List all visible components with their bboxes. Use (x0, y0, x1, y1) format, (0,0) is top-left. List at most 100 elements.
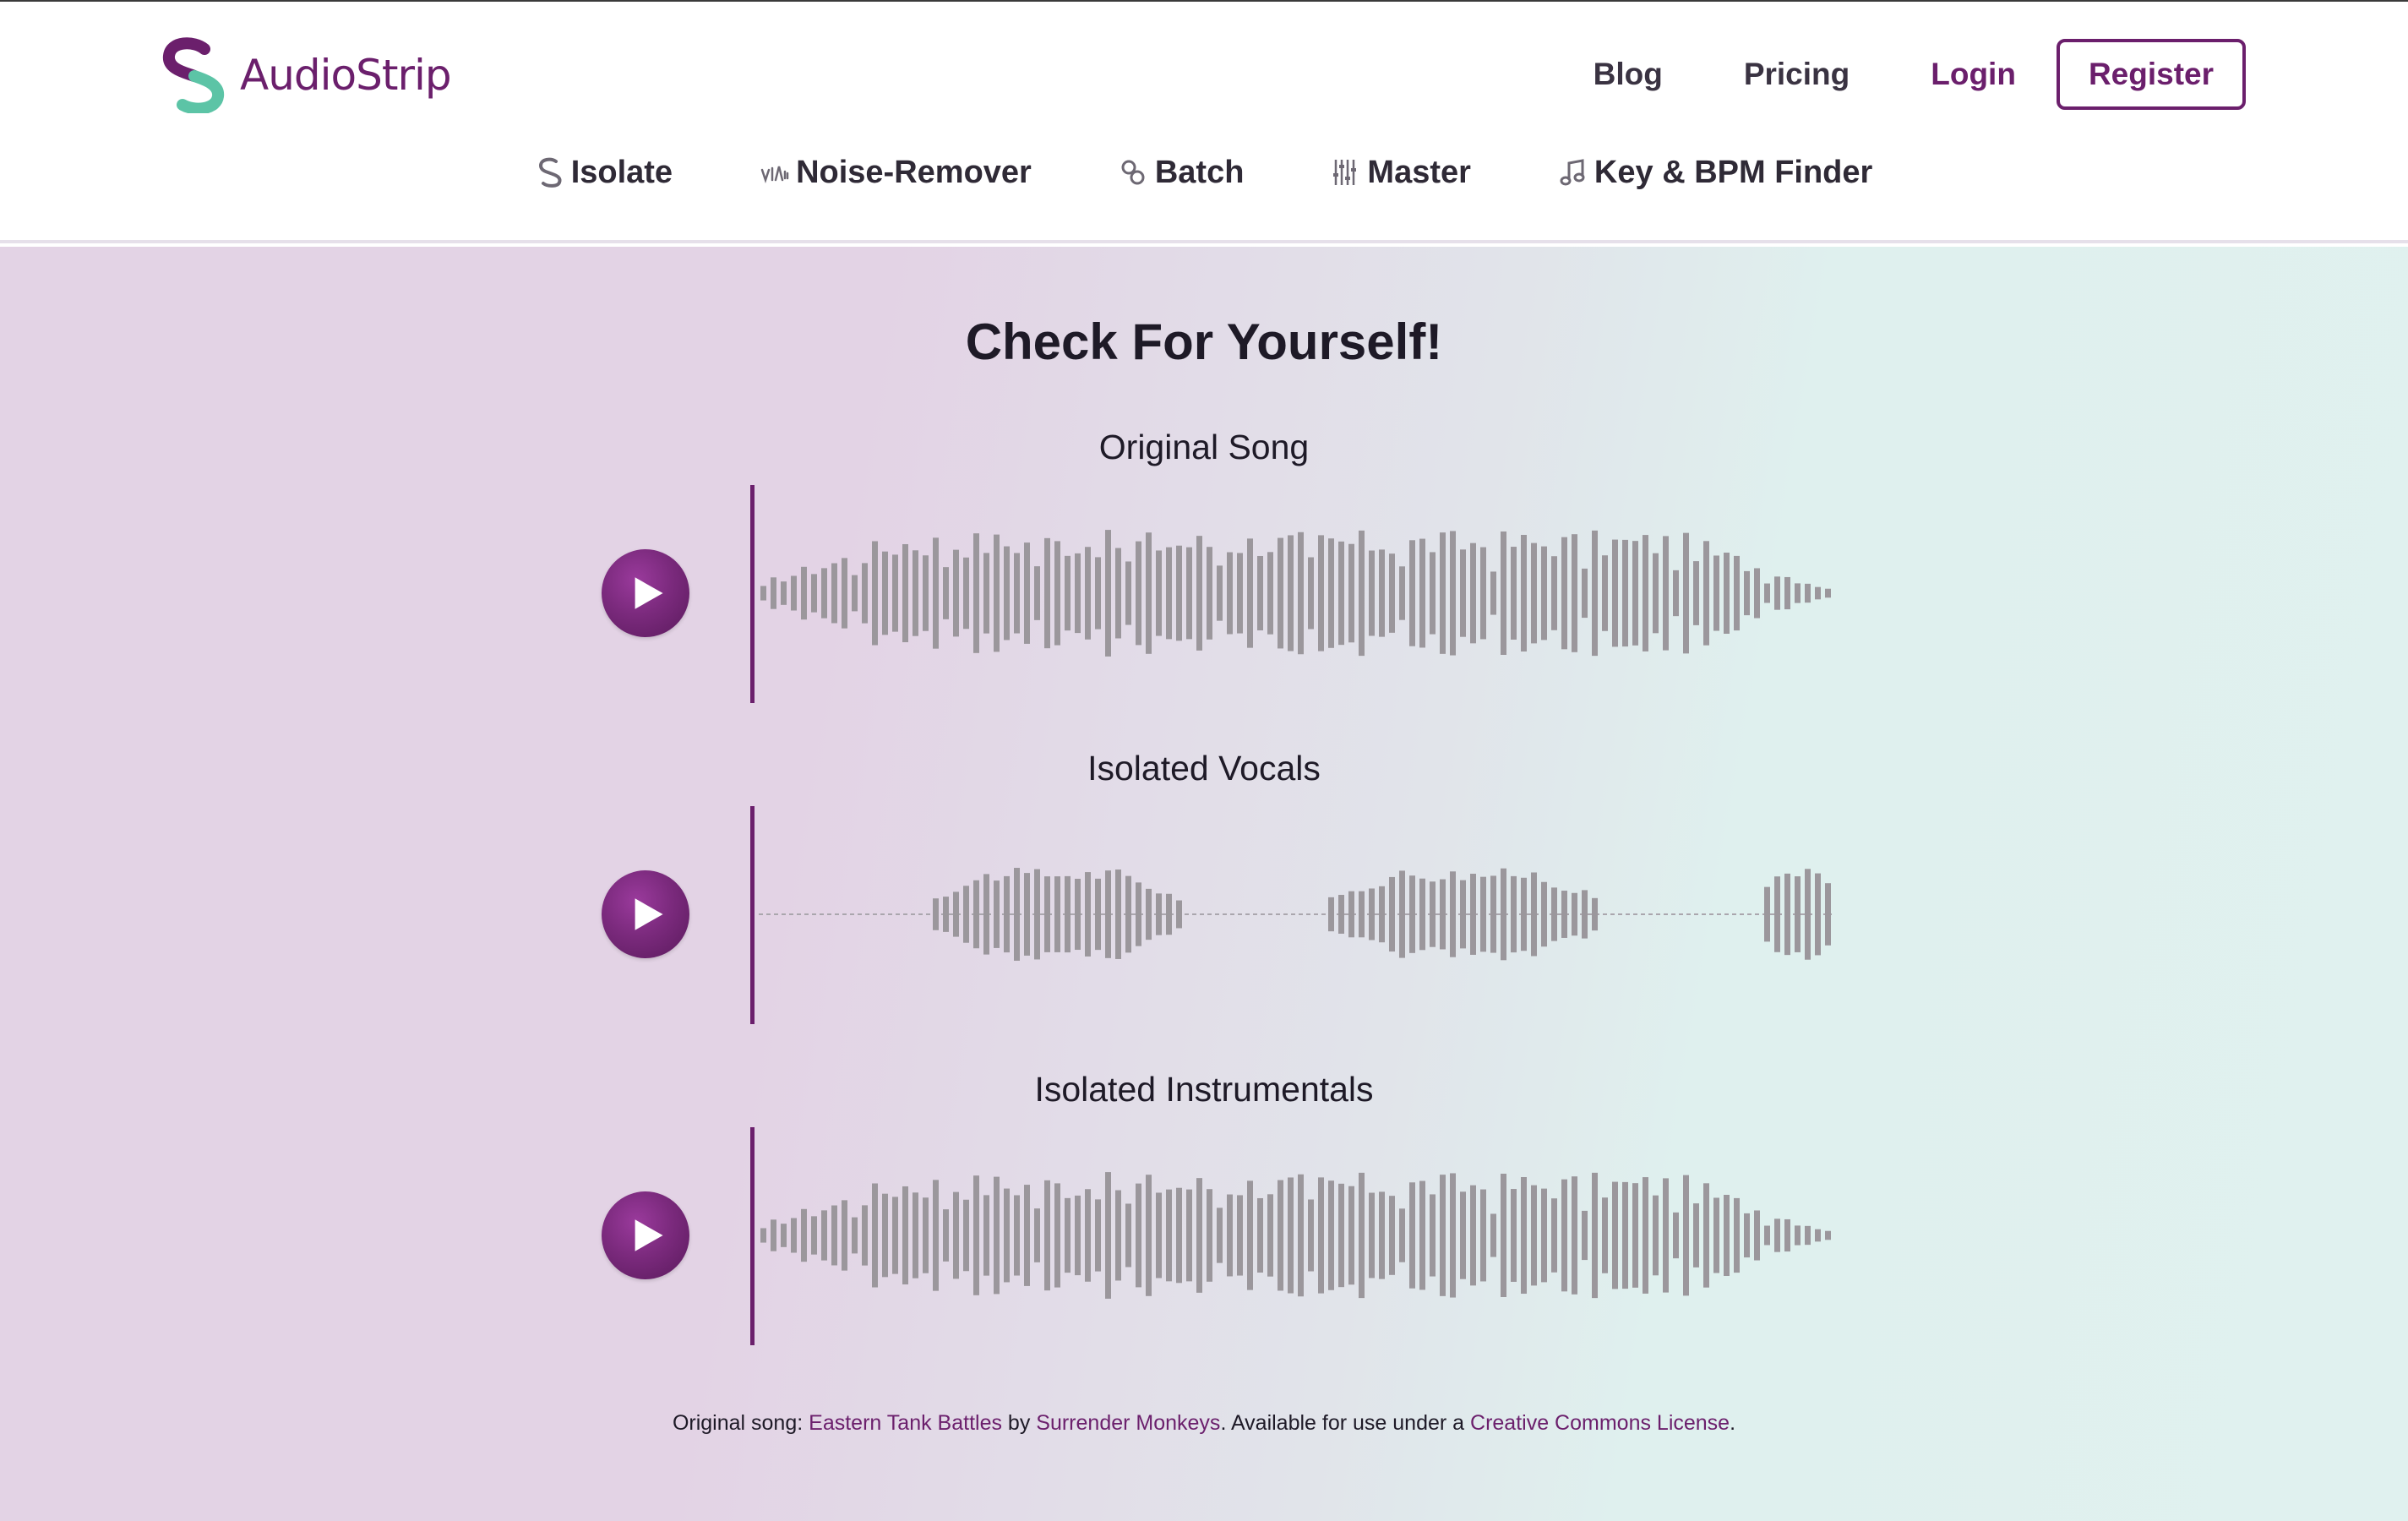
brand-logo[interactable]: AudioStrip (161, 37, 452, 113)
waveform-instrumentals[interactable] (759, 1142, 1832, 1328)
song-link[interactable]: Eastern Tank Battles (809, 1411, 1002, 1435)
credit-by: by (1001, 1411, 1037, 1435)
waveform-bar (1348, 891, 1354, 938)
waveform-bar (1136, 541, 1141, 646)
waveform-bar (1419, 878, 1425, 951)
playhead-original[interactable] (750, 485, 755, 703)
artist-link[interactable]: Surrender Monkeys (1036, 1411, 1220, 1435)
waveform-bar (771, 577, 776, 609)
waveform-bar (1257, 555, 1263, 631)
waveform-bar (1805, 869, 1811, 960)
waveform-bar (882, 1193, 888, 1278)
waveform-bar (933, 1180, 939, 1291)
waveform-bar (872, 541, 878, 646)
waveform-bar (1409, 540, 1415, 646)
waveform-bar (1196, 1178, 1202, 1293)
waveform-bar (1622, 1181, 1628, 1289)
waveform-bar (1815, 1229, 1821, 1242)
waveform-bar (1693, 1203, 1699, 1268)
waveform-bar (1034, 566, 1040, 620)
waveform-bar (1014, 868, 1020, 961)
waveform-bar (1166, 893, 1172, 935)
waveform-bar (1582, 1210, 1588, 1261)
waveform-bar (1156, 893, 1162, 935)
waveform-bar (1318, 535, 1324, 651)
waveform-bar (1521, 534, 1527, 652)
waveform-bar (811, 1216, 817, 1255)
waveform-bar (1572, 534, 1577, 652)
waveform-bar (771, 1219, 776, 1251)
tool-nav-master[interactable]: Master (1332, 155, 1471, 191)
waveform-bar (1795, 583, 1801, 603)
waveform-bar (994, 880, 1000, 948)
waveform-bar (1490, 571, 1496, 615)
waveform-bar (1825, 883, 1831, 946)
waveform-bar (1359, 1172, 1365, 1299)
waveform-bar (1105, 1172, 1111, 1299)
playhead-vocals[interactable] (750, 806, 755, 1024)
waveform-bar (882, 551, 888, 635)
waveform-bar (1551, 1198, 1557, 1273)
waveform-bar (1419, 538, 1425, 648)
playhead-instrumentals[interactable] (750, 1127, 755, 1345)
tool-nav-isolate[interactable]: Isolate (536, 155, 673, 191)
waveform-bar (1724, 552, 1730, 635)
waveform-bar (1561, 1179, 1567, 1292)
waveform-bar (943, 897, 949, 932)
waveform-bar (953, 891, 959, 937)
waveform-bar (1278, 537, 1283, 649)
play-button-original[interactable] (602, 549, 689, 637)
waveform-bar (1298, 1174, 1304, 1297)
waveform-bar (1176, 545, 1182, 641)
waveform-bar (1643, 1177, 1648, 1294)
waveform-bar (1754, 568, 1760, 619)
tool-nav-key-bpm-finder[interactable]: Key & BPM Finder (1559, 155, 1872, 191)
register-button[interactable]: Register (2056, 39, 2246, 110)
track-label-instrumentals: Isolated Instrumentals (1034, 1070, 1374, 1109)
waveform-bar (1156, 1192, 1162, 1278)
waveform-bar (1602, 555, 1608, 631)
waveform-bar (1115, 870, 1121, 959)
credit-middle: . Available for use under a (1220, 1411, 1471, 1435)
waveform-bar (1460, 880, 1466, 949)
waveform-bar (1653, 1195, 1659, 1276)
waveform-bar (1501, 868, 1506, 961)
nav-link-pricing[interactable]: Pricing (1744, 57, 1850, 92)
waveform-bar (1065, 555, 1071, 631)
waveform-bar (1521, 1176, 1527, 1295)
waveform-bar (1561, 891, 1567, 938)
tool-nav-noise-remover[interactable]: Noise-Remover (760, 155, 1032, 191)
play-button-vocals[interactable] (602, 870, 689, 958)
waveform-bar (842, 1200, 847, 1271)
waveform-bar (862, 563, 868, 624)
waveform-bar (1257, 1197, 1263, 1273)
waveform-bar (852, 575, 858, 612)
waveform-bar (1237, 553, 1243, 634)
waveform-bar (913, 550, 918, 636)
waveform-bar (983, 874, 989, 955)
waveform-bar (801, 1208, 807, 1262)
license-link[interactable]: Creative Commons License (1470, 1411, 1730, 1435)
waveform-bar (1004, 1188, 1010, 1283)
waveform-bar (1551, 556, 1557, 630)
waveform-bar (1511, 875, 1517, 953)
waveform-bar (1409, 875, 1415, 953)
waveform-bar (1176, 900, 1182, 929)
waveform-original[interactable] (759, 500, 1832, 686)
waveform-bar (1805, 583, 1811, 603)
nav-link-login[interactable]: Login (1931, 57, 2016, 92)
waveform-bar (1136, 1183, 1141, 1288)
waveform-bar (862, 1205, 868, 1266)
waveform-bar (1460, 549, 1466, 637)
waveform-bar (1653, 553, 1659, 634)
waveform-bar (1440, 1175, 1446, 1296)
nav-link-blog[interactable]: Blog (1594, 57, 1663, 92)
play-icon (635, 898, 663, 930)
waveform-vocals[interactable] (759, 821, 1832, 1007)
waveform-bar (1602, 1197, 1608, 1273)
waveform-bar (1815, 586, 1821, 600)
tool-nav-batch[interactable]: Batch (1120, 155, 1244, 191)
play-button-instrumentals[interactable] (602, 1191, 689, 1279)
waveform-bar (1815, 873, 1821, 956)
waveform-bar (1085, 872, 1091, 957)
